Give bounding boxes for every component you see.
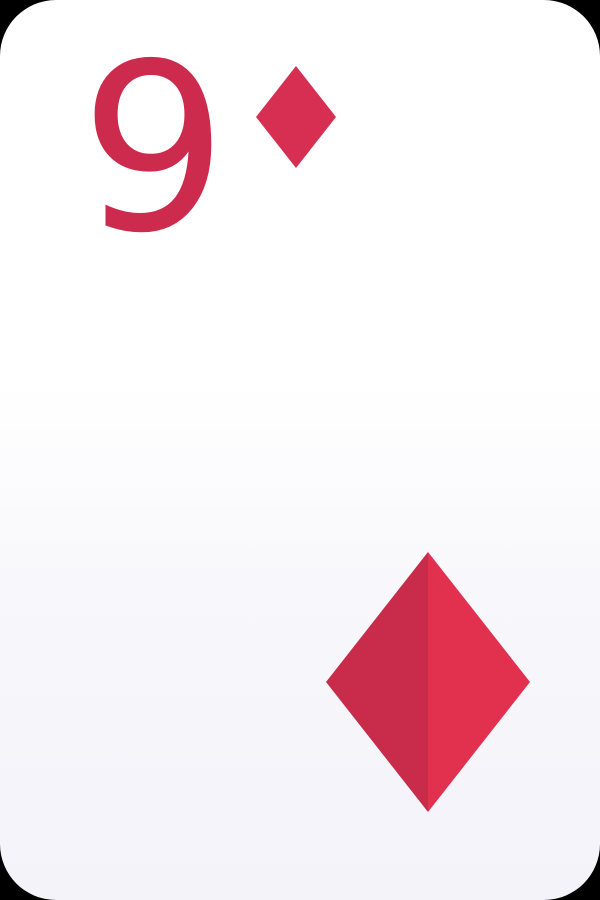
big-diamond-right-half — [428, 552, 530, 812]
big-diamond-left-half — [326, 552, 428, 812]
diamond-icon — [256, 66, 336, 168]
card-rank: 9 — [80, 14, 228, 284]
diamond-icon — [326, 552, 530, 812]
corner-diamond-shape — [256, 66, 336, 168]
playing-card[interactable]: 9 — [0, 0, 600, 900]
